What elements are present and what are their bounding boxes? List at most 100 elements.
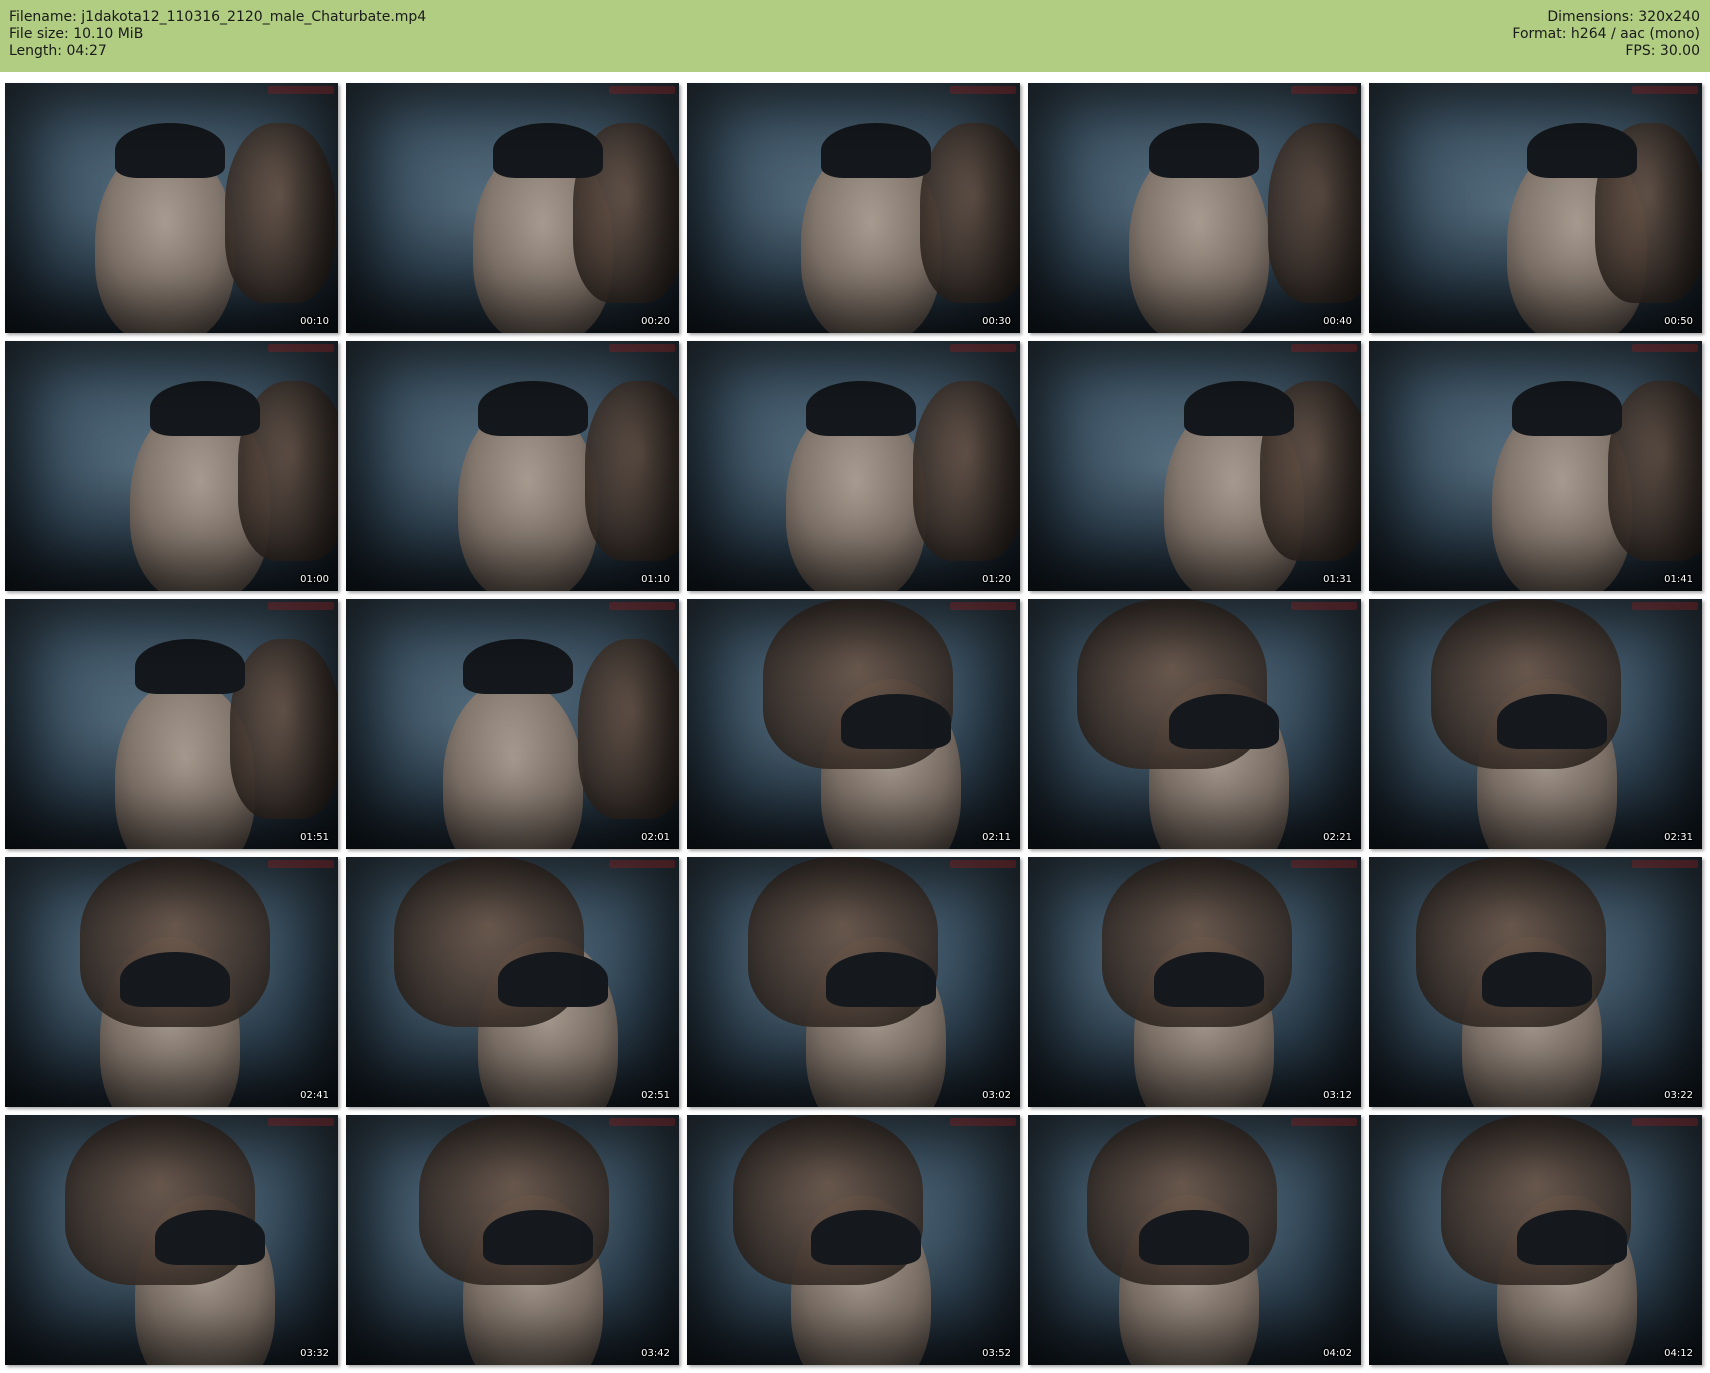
watermark-logo bbox=[268, 344, 334, 352]
timestamp-label: 01:41 bbox=[1664, 574, 1693, 585]
frame-vignette bbox=[5, 599, 338, 849]
video-thumbnail: 00:10 bbox=[5, 83, 338, 333]
watermark-logo bbox=[1632, 1118, 1698, 1126]
frame-vignette bbox=[687, 857, 1020, 1107]
timestamp-label: 00:30 bbox=[982, 316, 1011, 327]
frame-vignette bbox=[687, 341, 1020, 591]
watermark-logo bbox=[1632, 344, 1698, 352]
video-thumbnail: 02:31 bbox=[1369, 599, 1702, 849]
video-thumbnail: 02:21 bbox=[1028, 599, 1361, 849]
watermark-logo bbox=[609, 602, 675, 610]
frame-vignette bbox=[1028, 83, 1361, 333]
timestamp-label: 02:01 bbox=[641, 832, 670, 843]
video-thumbnail: 01:41 bbox=[1369, 341, 1702, 591]
watermark-logo bbox=[268, 602, 334, 610]
timestamp-label: 02:31 bbox=[1664, 832, 1693, 843]
timestamp-label: 00:10 bbox=[300, 316, 329, 327]
video-thumbnail: 02:01 bbox=[346, 599, 679, 849]
timestamp-label: 03:32 bbox=[300, 1348, 329, 1359]
watermark-logo bbox=[268, 860, 334, 868]
watermark-logo bbox=[1291, 1118, 1357, 1126]
timestamp-label: 02:41 bbox=[300, 1090, 329, 1101]
frame-vignette bbox=[5, 1115, 338, 1365]
frame-vignette bbox=[346, 83, 679, 333]
video-thumbnail: 01:20 bbox=[687, 341, 1020, 591]
watermark-logo bbox=[1291, 344, 1357, 352]
timestamp-label: 00:50 bbox=[1664, 316, 1693, 327]
video-thumbnail: 01:00 bbox=[5, 341, 338, 591]
timestamp-label: 01:51 bbox=[300, 832, 329, 843]
timestamp-label: 03:42 bbox=[641, 1348, 670, 1359]
video-thumbnail: 04:12 bbox=[1369, 1115, 1702, 1365]
thumbnail-grid: 00:10 00:20 00:30 00:40 00:50 01:00 01:10 01:20… bbox=[0, 0, 1710, 1373]
video-thumbnail: 01:51 bbox=[5, 599, 338, 849]
frame-vignette bbox=[1028, 599, 1361, 849]
frame-vignette bbox=[1369, 83, 1702, 333]
video-thumbnail: 00:40 bbox=[1028, 83, 1361, 333]
frame-vignette bbox=[346, 341, 679, 591]
frame-vignette bbox=[1369, 599, 1702, 849]
watermark-logo bbox=[1632, 86, 1698, 94]
video-thumbnail: 01:10 bbox=[346, 341, 679, 591]
watermark-logo bbox=[609, 1118, 675, 1126]
video-thumbnail: 03:42 bbox=[346, 1115, 679, 1365]
frame-vignette bbox=[346, 1115, 679, 1365]
video-thumbnail: 03:52 bbox=[687, 1115, 1020, 1365]
frame-vignette bbox=[687, 1115, 1020, 1365]
frame-vignette bbox=[1028, 341, 1361, 591]
video-thumbnail: 00:20 bbox=[346, 83, 679, 333]
watermark-logo bbox=[950, 86, 1016, 94]
watermark-logo bbox=[268, 86, 334, 94]
frame-vignette bbox=[5, 83, 338, 333]
timestamp-label: 02:21 bbox=[1323, 832, 1352, 843]
timestamp-label: 04:12 bbox=[1664, 1348, 1693, 1359]
watermark-logo bbox=[609, 86, 675, 94]
video-thumbnail: 03:22 bbox=[1369, 857, 1702, 1107]
watermark-logo bbox=[1291, 86, 1357, 94]
timestamp-label: 03:52 bbox=[982, 1348, 1011, 1359]
timestamp-label: 00:40 bbox=[1323, 316, 1352, 327]
watermark-logo bbox=[1632, 860, 1698, 868]
timestamp-label: 01:20 bbox=[982, 574, 1011, 585]
video-thumbnail: 02:11 bbox=[687, 599, 1020, 849]
video-thumbnail: 00:30 bbox=[687, 83, 1020, 333]
video-thumbnail: 02:41 bbox=[5, 857, 338, 1107]
timestamp-label: 03:12 bbox=[1323, 1090, 1352, 1101]
timestamp-label: 03:02 bbox=[982, 1090, 1011, 1101]
frame-vignette bbox=[1028, 1115, 1361, 1365]
watermark-logo bbox=[1291, 602, 1357, 610]
timestamp-label: 01:10 bbox=[641, 574, 670, 585]
timestamp-label: 02:51 bbox=[641, 1090, 670, 1101]
frame-vignette bbox=[1369, 857, 1702, 1107]
video-thumbnail: 03:32 bbox=[5, 1115, 338, 1365]
timestamp-label: 01:00 bbox=[300, 574, 329, 585]
frame-vignette bbox=[5, 857, 338, 1107]
timestamp-label: 00:20 bbox=[641, 316, 670, 327]
timestamp-label: 03:22 bbox=[1664, 1090, 1693, 1101]
frame-vignette bbox=[346, 599, 679, 849]
video-thumbnail: 03:12 bbox=[1028, 857, 1361, 1107]
watermark-logo bbox=[1291, 860, 1357, 868]
watermark-logo bbox=[1632, 602, 1698, 610]
frame-vignette bbox=[1369, 341, 1702, 591]
frame-vignette bbox=[346, 857, 679, 1107]
video-thumbnail: 02:51 bbox=[346, 857, 679, 1107]
video-thumbnail: 00:50 bbox=[1369, 83, 1702, 333]
timestamp-label: 01:31 bbox=[1323, 574, 1352, 585]
watermark-logo bbox=[950, 1118, 1016, 1126]
frame-vignette bbox=[687, 599, 1020, 849]
video-thumbnail: 01:31 bbox=[1028, 341, 1361, 591]
watermark-logo bbox=[268, 1118, 334, 1126]
frame-vignette bbox=[687, 83, 1020, 333]
watermark-logo bbox=[950, 344, 1016, 352]
watermark-logo bbox=[609, 860, 675, 868]
watermark-logo bbox=[609, 344, 675, 352]
frame-vignette bbox=[1369, 1115, 1702, 1365]
frame-vignette bbox=[1028, 857, 1361, 1107]
watermark-logo bbox=[950, 602, 1016, 610]
watermark-logo bbox=[950, 860, 1016, 868]
frame-vignette bbox=[5, 341, 338, 591]
video-thumbnail: 04:02 bbox=[1028, 1115, 1361, 1365]
timestamp-label: 02:11 bbox=[982, 832, 1011, 843]
timestamp-label: 04:02 bbox=[1323, 1348, 1352, 1359]
